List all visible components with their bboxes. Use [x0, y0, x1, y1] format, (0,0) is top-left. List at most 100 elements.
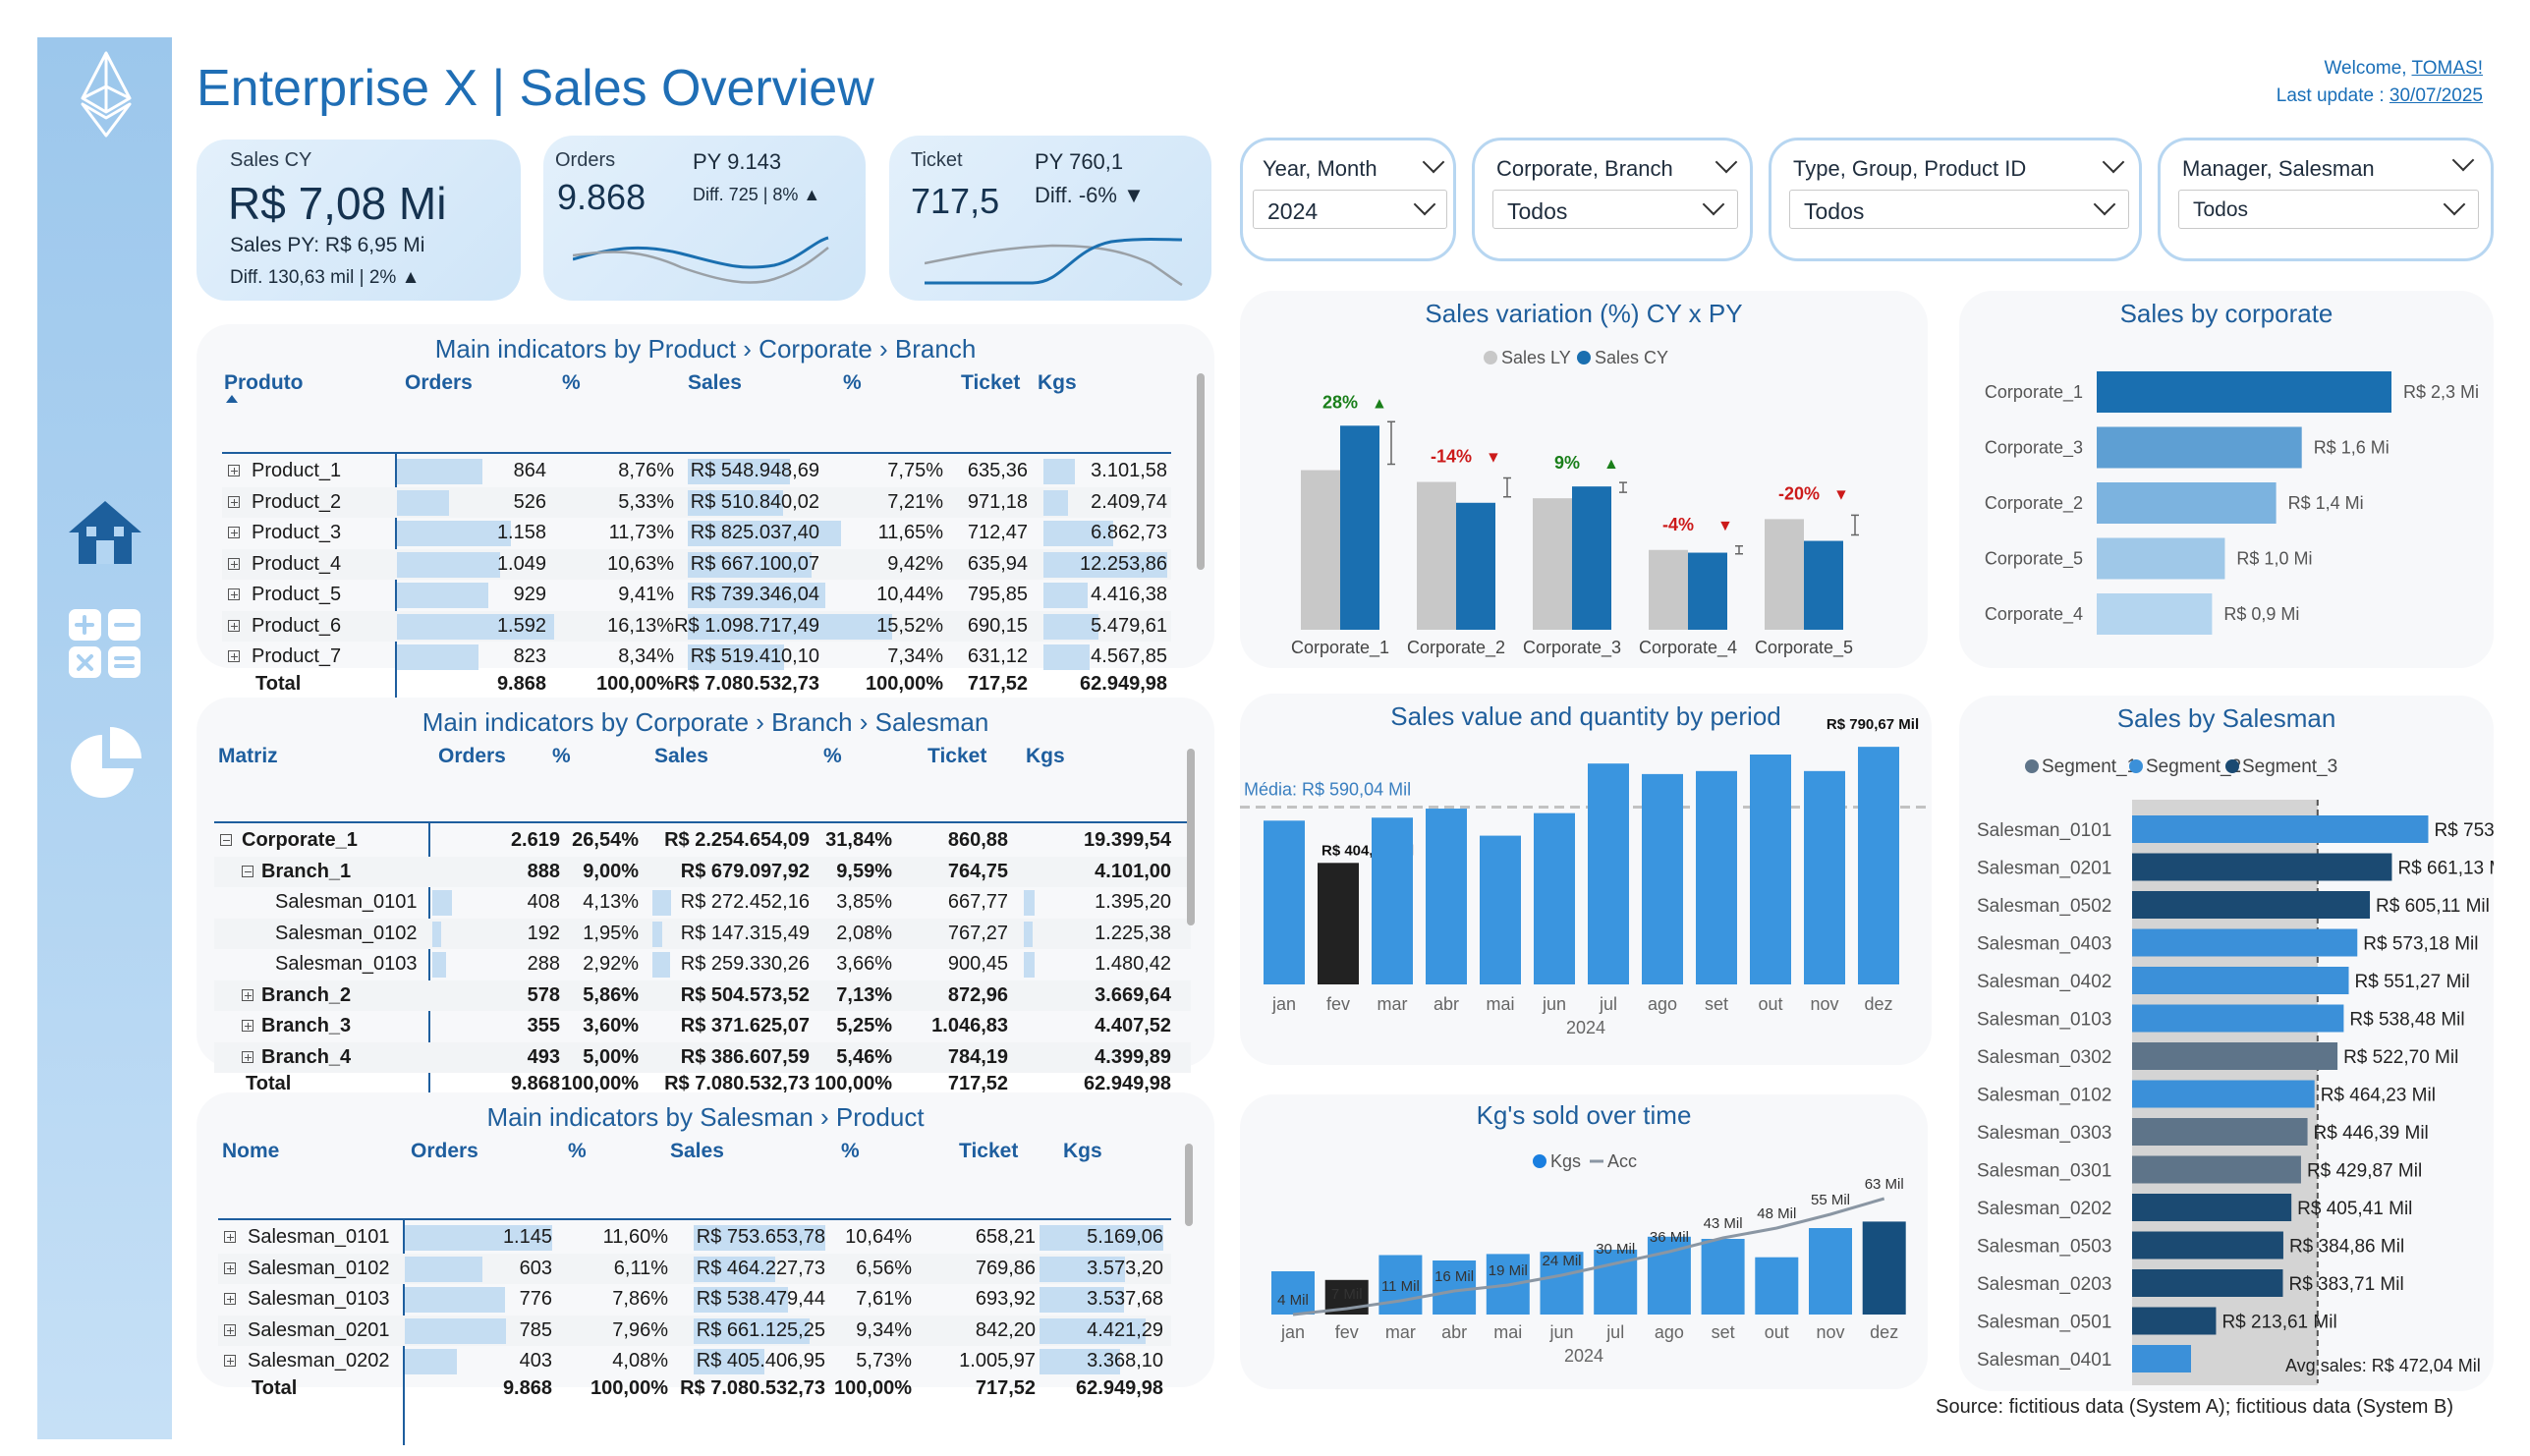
table-row[interactable]: Salesman_0201 785 7,96% R$ 661.125,25 9,34% 8…	[218, 1315, 1171, 1346]
bar-month	[1534, 812, 1575, 984]
kpi-orders-diff: Diff. 725 | 8% ▲	[693, 185, 821, 204]
orders-sparkline	[573, 236, 829, 284]
calculator-icon[interactable]	[67, 607, 143, 680]
scrollbar[interactable]	[1185, 1144, 1193, 1226]
expand-icon[interactable]	[224, 1231, 236, 1243]
table-row[interactable]: Product_2 526 5,33% R$ 510.840,02 7,21% 971,1…	[222, 486, 1171, 518]
table-row[interactable]: Branch_2 578 5,86% R$ 504.573,52 7,13% 872,96…	[214, 980, 1191, 1011]
home-icon[interactable]	[67, 497, 143, 568]
up-arrow-icon: ▲	[803, 185, 821, 204]
slicer-dropdown[interactable]: Todos	[1789, 190, 2129, 229]
table-row[interactable]: Salesman_0101 1.145 11,60% R$ 753.653,78 10,…	[218, 1222, 1171, 1253]
acc-label: 43 Mil	[1704, 1215, 1743, 1232]
expand-icon[interactable]	[220, 834, 232, 846]
table-row[interactable]: Product_4 1.049 10,63% R$ 667.100,07 9,42% 63…	[222, 548, 1171, 580]
table-row[interactable]: Product_1 864 8,76% R$ 548.948,69 7,75% 635,3…	[222, 456, 1171, 486]
pie-chart-icon[interactable]	[67, 725, 145, 802]
column-header[interactable]: Sales	[688, 371, 742, 395]
chevron-down-icon[interactable]	[2102, 150, 2125, 174]
table-row[interactable]: Salesman_0102 192 1,95% R$ 147.315,49 2,08% 7…	[214, 918, 1191, 949]
column-header[interactable]: %	[843, 371, 862, 395]
user-link[interactable]: TOMAS!	[2412, 58, 2484, 79]
table-row[interactable]: Branch_4 493 5,00% R$ 386.607,59 5,46% 784,19…	[214, 1041, 1191, 1073]
expand-icon[interactable]	[228, 588, 240, 600]
column-header[interactable]: %	[552, 745, 571, 768]
column-header[interactable]: Sales	[670, 1140, 724, 1163]
expand-icon[interactable]	[224, 1323, 236, 1336]
table-row[interactable]: Salesman_0202 403 4,08% R$ 405.406,95 5,73% 1…	[218, 1346, 1171, 1376]
x-tick-label: jul	[1605, 1322, 1624, 1342]
table-title: Main indicators by Corporate › Branch › …	[422, 707, 989, 737]
slicer-dropdown[interactable]: Todos	[1492, 190, 1738, 229]
expand-icon[interactable]	[242, 1020, 253, 1032]
table-cell: 1.395,20	[1095, 891, 1171, 913]
bar-salesman	[2132, 1307, 2217, 1335]
column-header[interactable]: Kgs	[1026, 745, 1065, 768]
table-row[interactable]: Corporate_1 2.619 26,54% R$ 2.254.654,09 31,…	[214, 825, 1191, 856]
bar-salesman	[2132, 967, 2349, 994]
expand-icon[interactable]	[228, 465, 240, 476]
slicer-year-month[interactable]: Year, Month 2024	[1240, 138, 1456, 261]
table-row[interactable]: Product_3 1.158 11,73% R$ 825.037,40 11,65% 7…	[222, 518, 1171, 548]
column-header[interactable]: Ticket	[959, 1140, 1018, 1163]
expand-icon[interactable]	[228, 619, 240, 632]
bar-sales-ly	[1649, 549, 1688, 630]
column-header[interactable]: Ticket	[928, 745, 986, 768]
table-row[interactable]: Salesman_0101 408 4,13% R$ 272.452,16 3,85% 6…	[214, 887, 1191, 918]
bar-corporate	[2097, 371, 2391, 413]
legend-swatch	[1484, 351, 1497, 364]
slicer-manager-salesman[interactable]: Manager, Salesman Todos	[2158, 138, 2494, 261]
expand-icon[interactable]	[242, 865, 253, 877]
column-header[interactable]: Matriz	[218, 745, 278, 768]
table-row[interactable]: Branch_3 355 3,60% R$ 371.625,07 5,25% 1.046,…	[214, 1011, 1191, 1041]
table-cell: Product_7	[252, 645, 342, 667]
table-cell: 4.399,89	[1095, 1045, 1171, 1068]
column-header[interactable]: Kgs	[1038, 371, 1077, 395]
bar-salesman	[2132, 891, 2371, 919]
table-row[interactable]: Product_6 1.592 16,13% R$ 1.098.717,49 15,52…	[222, 610, 1171, 642]
column-header[interactable]: %	[841, 1140, 860, 1163]
column-header[interactable]: Sales	[654, 745, 708, 768]
column-header[interactable]: %	[568, 1140, 587, 1163]
column-header[interactable]: Produto	[224, 371, 303, 395]
expand-icon[interactable]	[242, 1050, 253, 1063]
column-header[interactable]: %	[823, 745, 842, 768]
expand-icon[interactable]	[228, 527, 240, 538]
chevron-down-icon[interactable]	[1715, 150, 1738, 174]
table-row[interactable]: Salesman_0102 603 6,11% R$ 464.227,73 6,56% 7…	[218, 1253, 1171, 1284]
table-row[interactable]: Product_5 929 9,41% R$ 739.346,04 10,44% 795,…	[222, 580, 1171, 610]
table-row[interactable]: Salesman_0103 776 7,86% R$ 538.479,44 7,61% 6…	[218, 1284, 1171, 1315]
table-row[interactable]: Branch_1 888 9,00% R$ 679.097,92 9,59% 764,75…	[214, 856, 1191, 887]
source-note: Source: fictitious data (System A); fict…	[1936, 1396, 2453, 1418]
variation-label: -4%	[1662, 515, 1694, 534]
expand-icon[interactable]	[228, 557, 240, 570]
table-row[interactable]: Product_7 823 8,34% R$ 519.410,10 7,34% 631,1…	[222, 642, 1171, 672]
table-row[interactable]: Salesman_0103 288 2,92% R$ 259.330,26 3,66% 9…	[214, 949, 1191, 980]
scrollbar[interactable]	[1197, 373, 1205, 570]
column-header[interactable]: Kgs	[1063, 1140, 1102, 1163]
data-label: R$ 1,6 Mi	[2314, 438, 2389, 458]
expand-icon[interactable]	[224, 1293, 236, 1305]
expand-icon[interactable]	[242, 988, 253, 1001]
slicer-corporate-branch[interactable]: Corporate, Branch Todos	[1472, 138, 1753, 261]
expand-icon[interactable]	[228, 495, 240, 508]
column-header[interactable]: Nome	[222, 1140, 279, 1163]
slicer-dropdown[interactable]: 2024	[1253, 190, 1447, 229]
column-header[interactable]: Ticket	[961, 371, 1020, 395]
bar-salesman	[2132, 1231, 2283, 1260]
chevron-down-icon[interactable]	[2451, 148, 2475, 172]
expand-icon[interactable]	[228, 650, 240, 662]
table-cell: Branch_1	[261, 860, 352, 882]
column-header[interactable]: Orders	[405, 371, 473, 395]
scrollbar[interactable]	[1187, 749, 1195, 925]
slicer-type-group-product[interactable]: Type, Group, Product ID Todos	[1769, 138, 2142, 261]
column-header[interactable]: %	[562, 371, 581, 395]
down-arrow-icon: ▼	[1486, 450, 1501, 467]
expand-icon[interactable]	[224, 1355, 236, 1367]
slicer-dropdown[interactable]: Todos	[2178, 190, 2479, 229]
column-header[interactable]: Orders	[411, 1140, 478, 1163]
data-label: R$ 405,41 Mil	[2297, 1199, 2412, 1219]
column-header[interactable]: Orders	[438, 745, 506, 768]
chevron-down-icon[interactable]	[1422, 150, 1445, 174]
expand-icon[interactable]	[224, 1261, 236, 1274]
